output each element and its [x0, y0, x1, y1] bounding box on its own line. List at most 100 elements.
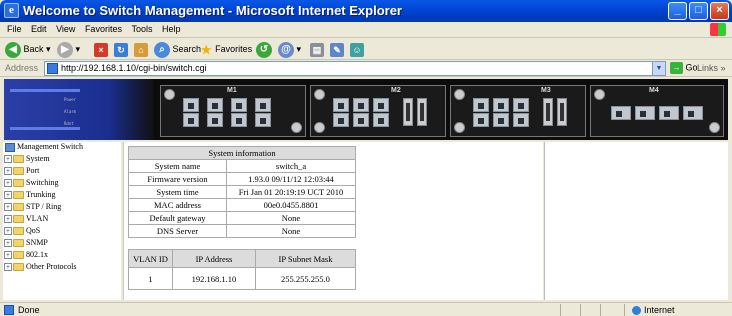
expand-icon[interactable]: +: [4, 227, 12, 236]
links-button[interactable]: Links »: [697, 63, 726, 73]
fiber-port-icon[interactable]: [557, 98, 567, 126]
module-m2[interactable]: M2: [310, 85, 446, 137]
port-icon[interactable]: [255, 113, 271, 127]
sfp-port-icon[interactable]: [611, 106, 631, 120]
tree-item-qos[interactable]: + QoS: [4, 226, 40, 236]
logo-stripe: [10, 89, 80, 92]
expand-icon[interactable]: +: [4, 263, 12, 272]
tree-item-system[interactable]: + System: [4, 154, 50, 164]
logo-stripe: [10, 127, 80, 130]
expand-icon[interactable]: +: [4, 215, 12, 224]
port-icon[interactable]: [473, 113, 489, 127]
port-icon[interactable]: [333, 113, 349, 127]
menu-help[interactable]: Help: [162, 22, 181, 37]
module-m3-label: M3: [541, 87, 551, 94]
info-value: switch_a: [226, 159, 356, 173]
port-icon[interactable]: [207, 113, 223, 127]
tree-root[interactable]: Management Switch: [5, 142, 83, 152]
status-bar: Done Internet: [0, 302, 732, 316]
page-icon: [47, 63, 58, 74]
menu-edit[interactable]: Edit: [31, 22, 47, 37]
table-row: MAC address 00e0.0455.8801: [128, 198, 356, 212]
port-icon[interactable]: [333, 98, 349, 112]
port-icon[interactable]: [493, 98, 509, 112]
address-url: http://192.168.1.10/cgi-bin/switch.cgi: [61, 63, 207, 73]
home-button[interactable]: ⌂: [134, 40, 148, 58]
maximize-button[interactable]: □: [689, 2, 708, 20]
info-key: Firmware version: [128, 172, 227, 186]
port-icon[interactable]: [373, 113, 389, 127]
led-rdnt-label: Rdnt: [64, 121, 74, 126]
tree-item-vlan[interactable]: + VLAN: [4, 214, 48, 224]
refresh-button[interactable]: ↻: [114, 40, 128, 58]
address-input[interactable]: http://192.168.1.10/cgi-bin/switch.cgi ▼: [44, 61, 666, 76]
port-icon[interactable]: [183, 113, 199, 127]
port-icon[interactable]: [207, 98, 223, 112]
folder-icon: [13, 263, 24, 272]
menu-file[interactable]: File: [7, 22, 22, 37]
ie-icon: e: [4, 3, 19, 18]
page-done-icon: [4, 305, 14, 315]
screw-icon: [594, 89, 605, 100]
address-bar: Address http://192.168.1.10/cgi-bin/swit…: [0, 60, 732, 77]
screw-icon: [454, 89, 465, 100]
port-icon[interactable]: [373, 98, 389, 112]
expand-icon[interactable]: +: [4, 155, 12, 164]
port-icon[interactable]: [353, 113, 369, 127]
print-button[interactable]: ▤: [310, 40, 324, 58]
tree-item-trunking[interactable]: + Trunking: [4, 190, 56, 200]
fiber-port-icon[interactable]: [403, 98, 413, 126]
sfp-port-icon[interactable]: [635, 106, 655, 120]
expand-icon[interactable]: +: [4, 167, 12, 176]
menu-favorites[interactable]: Favorites: [85, 22, 122, 37]
minimize-button[interactable]: _: [668, 2, 687, 20]
sfp-port-icon[interactable]: [683, 106, 703, 120]
folder-icon: [13, 179, 24, 188]
expand-icon[interactable]: +: [4, 251, 12, 260]
back-arrow-icon: ◀: [5, 41, 21, 58]
go-button[interactable]: → Go: [670, 62, 698, 74]
stop-icon: ×: [94, 42, 108, 57]
favorites-button[interactable]: ★ Favorites: [200, 40, 252, 58]
port-icon[interactable]: [231, 98, 247, 112]
messenger-button[interactable]: ☺: [350, 40, 364, 58]
edit-icon: ✎: [330, 42, 344, 57]
sfp-port-icon[interactable]: [659, 106, 679, 120]
tree-item-stp-ring[interactable]: + STP / Ring: [4, 202, 61, 212]
fiber-port-icon[interactable]: [543, 98, 553, 126]
port-icon[interactable]: [231, 113, 247, 127]
menu-view[interactable]: View: [56, 22, 75, 37]
tree-item-label: 802.1x: [26, 250, 48, 259]
expand-icon[interactable]: +: [4, 203, 12, 212]
module-m4[interactable]: M4: [590, 85, 724, 137]
module-m1-label: M1: [227, 87, 237, 94]
tree-item-snmp[interactable]: + SNMP: [4, 238, 48, 248]
forward-button[interactable]: ▶ ▾: [57, 40, 80, 58]
back-button[interactable]: ◀ Back ▾: [5, 40, 51, 58]
mail-button[interactable]: @ ▾: [278, 40, 301, 58]
tree-item-other-protocols[interactable]: + Other Protocols: [4, 262, 76, 272]
port-icon[interactable]: [513, 98, 529, 112]
stop-button[interactable]: ×: [94, 40, 108, 58]
port-icon[interactable]: [473, 98, 489, 112]
menu-tools[interactable]: Tools: [131, 22, 152, 37]
port-icon[interactable]: [255, 98, 271, 112]
module-m3[interactable]: M3: [450, 85, 586, 137]
history-button[interactable]: ↺: [256, 40, 272, 58]
expand-icon[interactable]: +: [4, 191, 12, 200]
module-m1[interactable]: M1: [160, 85, 306, 137]
tree-item-port[interactable]: + Port: [4, 166, 39, 176]
port-icon[interactable]: [183, 98, 199, 112]
edit-button[interactable]: ✎: [330, 40, 344, 58]
tree-item-8021x[interactable]: +802.1x: [4, 250, 48, 260]
tree-item-switching[interactable]: + Switching: [4, 178, 58, 188]
close-button[interactable]: ×: [710, 2, 729, 20]
port-icon[interactable]: [513, 113, 529, 127]
address-dropdown-icon[interactable]: ▼: [652, 62, 665, 75]
search-button[interactable]: ⌕ Search: [154, 40, 201, 58]
expand-icon[interactable]: +: [4, 179, 12, 188]
port-icon[interactable]: [353, 98, 369, 112]
port-icon[interactable]: [493, 113, 509, 127]
fiber-port-icon[interactable]: [417, 98, 427, 126]
expand-icon[interactable]: +: [4, 239, 12, 248]
